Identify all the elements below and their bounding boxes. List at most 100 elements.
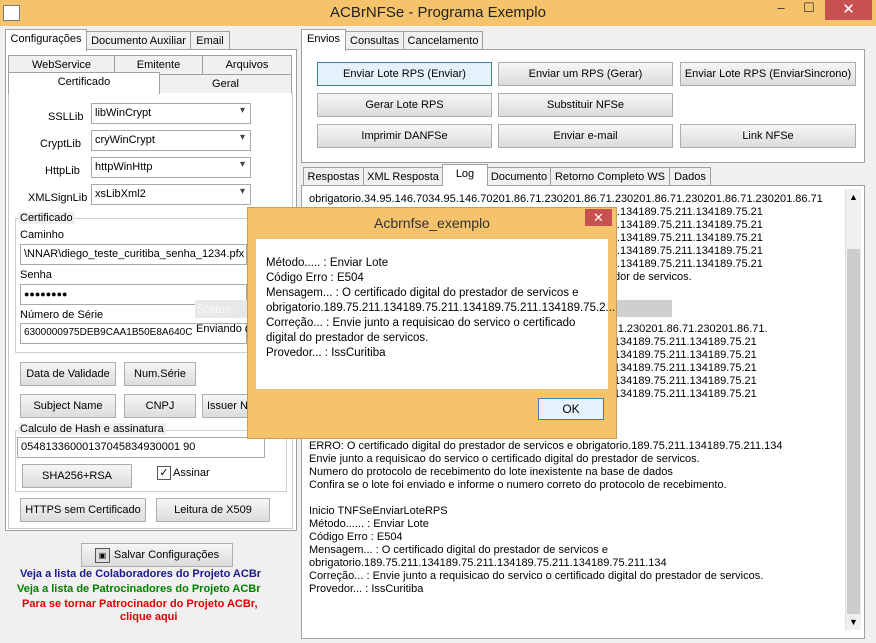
caminho-value: \NNAR\diego_teste_curitiba_senha_1234.pf… <box>24 248 245 260</box>
maximize-button[interactable]: ☐ <box>796 0 822 20</box>
tab-configuracoes[interactable]: Configurações <box>5 29 87 51</box>
dialog-line: Mensagem... : O certificado digital do p… <box>266 287 579 299</box>
tab-email[interactable]: Email <box>190 31 230 50</box>
dialog-line: digital do prestador de servicos. <box>266 332 429 344</box>
tab-arquivos[interactable]: Arquivos <box>202 55 292 74</box>
xmlsignlib-label: XMLSignLib <box>28 192 88 204</box>
dialog-line: Provedor... : IssCuritiba <box>266 347 386 359</box>
log-line: Inicio TNFSeEnviarLoteRPS <box>309 505 448 517</box>
dialog-line: obrigatorio.189.75.211.134189.75.211.134… <box>266 302 616 314</box>
dialog-body: Método..... : Enviar Lote Código Erro : E… <box>256 239 615 389</box>
httplib-label: HttpLib <box>45 165 80 177</box>
tab-log[interactable]: Log <box>442 164 488 186</box>
enviar-email-button[interactable]: Enviar e-mail <box>498 124 673 148</box>
cnpj-button[interactable]: CNPJ <box>124 394 196 418</box>
title-bar: ACBrNFSe - Programa Exemplo – ☐ ✕ <box>0 0 876 26</box>
ssllib-label: SSLLib <box>48 111 84 123</box>
enviar-lote-sincrono-button[interactable]: Enviar Lote RPS (EnviarSincrono) <box>680 62 856 86</box>
tab-envios[interactable]: Envios <box>301 29 346 51</box>
status-title: Status do <box>195 300 247 318</box>
ssllib-value: libWinCrypt <box>95 107 152 119</box>
enviar-lote-rps-button[interactable]: Enviar Lote RPS (Enviar) <box>317 62 492 86</box>
status-text: Enviando d <box>196 323 252 335</box>
save-icon: ▣ <box>94 547 110 563</box>
gerar-lote-rps-button[interactable]: Gerar Lote RPS <box>317 93 492 117</box>
hash-value: 05481336000137045834930001 90 <box>21 441 196 453</box>
tab-documento[interactable]: Documento <box>487 167 551 186</box>
log-scrollbar[interactable]: ▲ ▼ <box>845 189 861 630</box>
tab-respostas[interactable]: Respostas <box>303 167 364 186</box>
issuer-name-button[interactable]: Issuer N <box>202 394 253 418</box>
ssllib-select[interactable]: libWinCrypt ▾ <box>91 103 251 124</box>
tab-documento-auxiliar[interactable]: Documento Auxiliar <box>86 31 191 50</box>
assinar-label: Assinar <box>173 467 210 479</box>
minimize-button[interactable]: – <box>768 0 794 20</box>
dialog-line: Código Erro : E504 <box>266 272 364 284</box>
cryptlib-select[interactable]: cryWinCrypt ▾ <box>91 130 251 151</box>
dialog-title: Acbrnfse_exemplo <box>374 215 490 231</box>
assinar-checkbox[interactable]: ✓ <box>157 466 171 480</box>
hash-input[interactable]: 05481336000137045834930001 90 <box>17 437 265 458</box>
enviar-um-rps-button[interactable]: Enviar um RPS (Gerar) <box>498 62 673 86</box>
log-line: Mensagem... : O certificado digital do p… <box>309 544 608 556</box>
xmlsignlib-value: xsLibXml2 <box>95 188 146 200</box>
scroll-thumb[interactable] <box>847 249 860 614</box>
scroll-down-icon[interactable]: ▼ <box>849 617 858 627</box>
certificado-group-title: Certificado <box>18 212 75 224</box>
tab-xml-resposta[interactable]: XML Resposta <box>363 167 443 186</box>
window-title: ACBrNFSe - Programa Exemplo <box>330 4 546 21</box>
data-validade-button[interactable]: Data de Validade <box>20 362 116 386</box>
tab-consultas[interactable]: Consultas <box>345 31 404 50</box>
serie-label: Número de Série <box>20 309 104 321</box>
chevron-down-icon: ▾ <box>239 105 245 116</box>
log-line: Método...... : Enviar Lote <box>309 518 429 530</box>
leitura-x509-button[interactable]: Leitura de X509 <box>156 498 270 522</box>
message-dialog: Acbrnfse_exemplo ✕ Método..... : Enviar … <box>247 207 617 439</box>
dialog-line: Método..... : Enviar Lote <box>266 257 389 269</box>
tab-certificado[interactable]: Certificado <box>8 72 160 94</box>
dialog-line: Correção... : Envie junto a requisicao d… <box>266 317 576 329</box>
colaboradores-link[interactable]: Veja a lista de Colaboradores do Projeto… <box>20 568 261 580</box>
log-line: obrigatorio.189.75.211.134189.75.211.134… <box>309 557 667 569</box>
caminho-input[interactable]: \NNAR\diego_teste_curitiba_senha_1234.pf… <box>20 244 247 265</box>
imprimir-danfse-button[interactable]: Imprimir DANFSe <box>317 124 492 148</box>
chevron-down-icon: ▾ <box>239 132 245 143</box>
caminho-label: Caminho <box>20 229 65 241</box>
log-line: Envie junto a requisicao do servico o ce… <box>309 453 700 465</box>
link-nfse-button[interactable]: Link NFSe <box>680 124 856 148</box>
tab-retorno-completo[interactable]: Retorno Completo WS <box>550 167 670 186</box>
tornar-patrocinador-link[interactable]: Para se tornar Patrocinador do Projeto A… <box>22 598 258 610</box>
close-button[interactable]: ✕ <box>825 0 872 20</box>
httplib-select[interactable]: httpWinHttp ▾ <box>91 157 251 178</box>
log-line: Correção... : Envie junto a requisicao d… <box>309 570 764 582</box>
https-sem-certificado-button[interactable]: HTTPS sem Certificado <box>20 498 146 522</box>
chevron-down-icon: ▾ <box>239 159 245 170</box>
log-line: obrigatorio.34.95.146.7034.95.146.70201.… <box>309 193 823 205</box>
tab-geral[interactable]: Geral <box>159 74 292 93</box>
ok-button[interactable]: OK <box>538 398 604 420</box>
tab-dados[interactable]: Dados <box>669 167 711 186</box>
log-line: Provedor... : IssCuritiba <box>309 583 424 595</box>
scroll-up-icon[interactable]: ▲ <box>849 192 858 202</box>
sha256-rsa-button[interactable]: SHA256+RSA <box>22 464 132 488</box>
serie-value: 6300000975DEB9CAA1B50E8A640C <box>24 327 193 338</box>
xmlsignlib-select[interactable]: xsLibXml2 ▾ <box>91 184 251 205</box>
log-line: Confira se o lote foi enviado e informe … <box>309 479 727 491</box>
chevron-down-icon: ▾ <box>239 186 245 197</box>
subject-name-button[interactable]: Subject Name <box>20 394 116 418</box>
dialog-message: Método..... : Enviar Lote Código Erro : E… <box>266 256 615 361</box>
num-serie-button[interactable]: Num.Série <box>124 362 196 386</box>
senha-value: ●●●●●●●● <box>24 289 68 299</box>
clique-aqui-link[interactable]: clique aqui <box>120 611 177 623</box>
httplib-value: httpWinHttp <box>95 161 153 173</box>
patrocinadores-link[interactable]: Veja a lista de Patrocinadores do Projet… <box>17 583 261 595</box>
cryptlib-label: CryptLib <box>40 138 81 150</box>
tab-cancelamento[interactable]: Cancelamento <box>403 31 483 50</box>
substituir-nfse-button[interactable]: Substituir NFSe <box>498 93 673 117</box>
salvar-label: Salvar Configurações <box>113 549 220 561</box>
log-line: Código Erro : E504 <box>309 531 403 543</box>
dialog-close-button[interactable]: ✕ <box>585 209 612 226</box>
hash-group-title: Calculo de Hash e assinatura <box>18 423 166 435</box>
salvar-configuracoes-button[interactable]: ▣ Salvar Configurações <box>81 543 233 567</box>
senha-label: Senha <box>20 269 52 281</box>
